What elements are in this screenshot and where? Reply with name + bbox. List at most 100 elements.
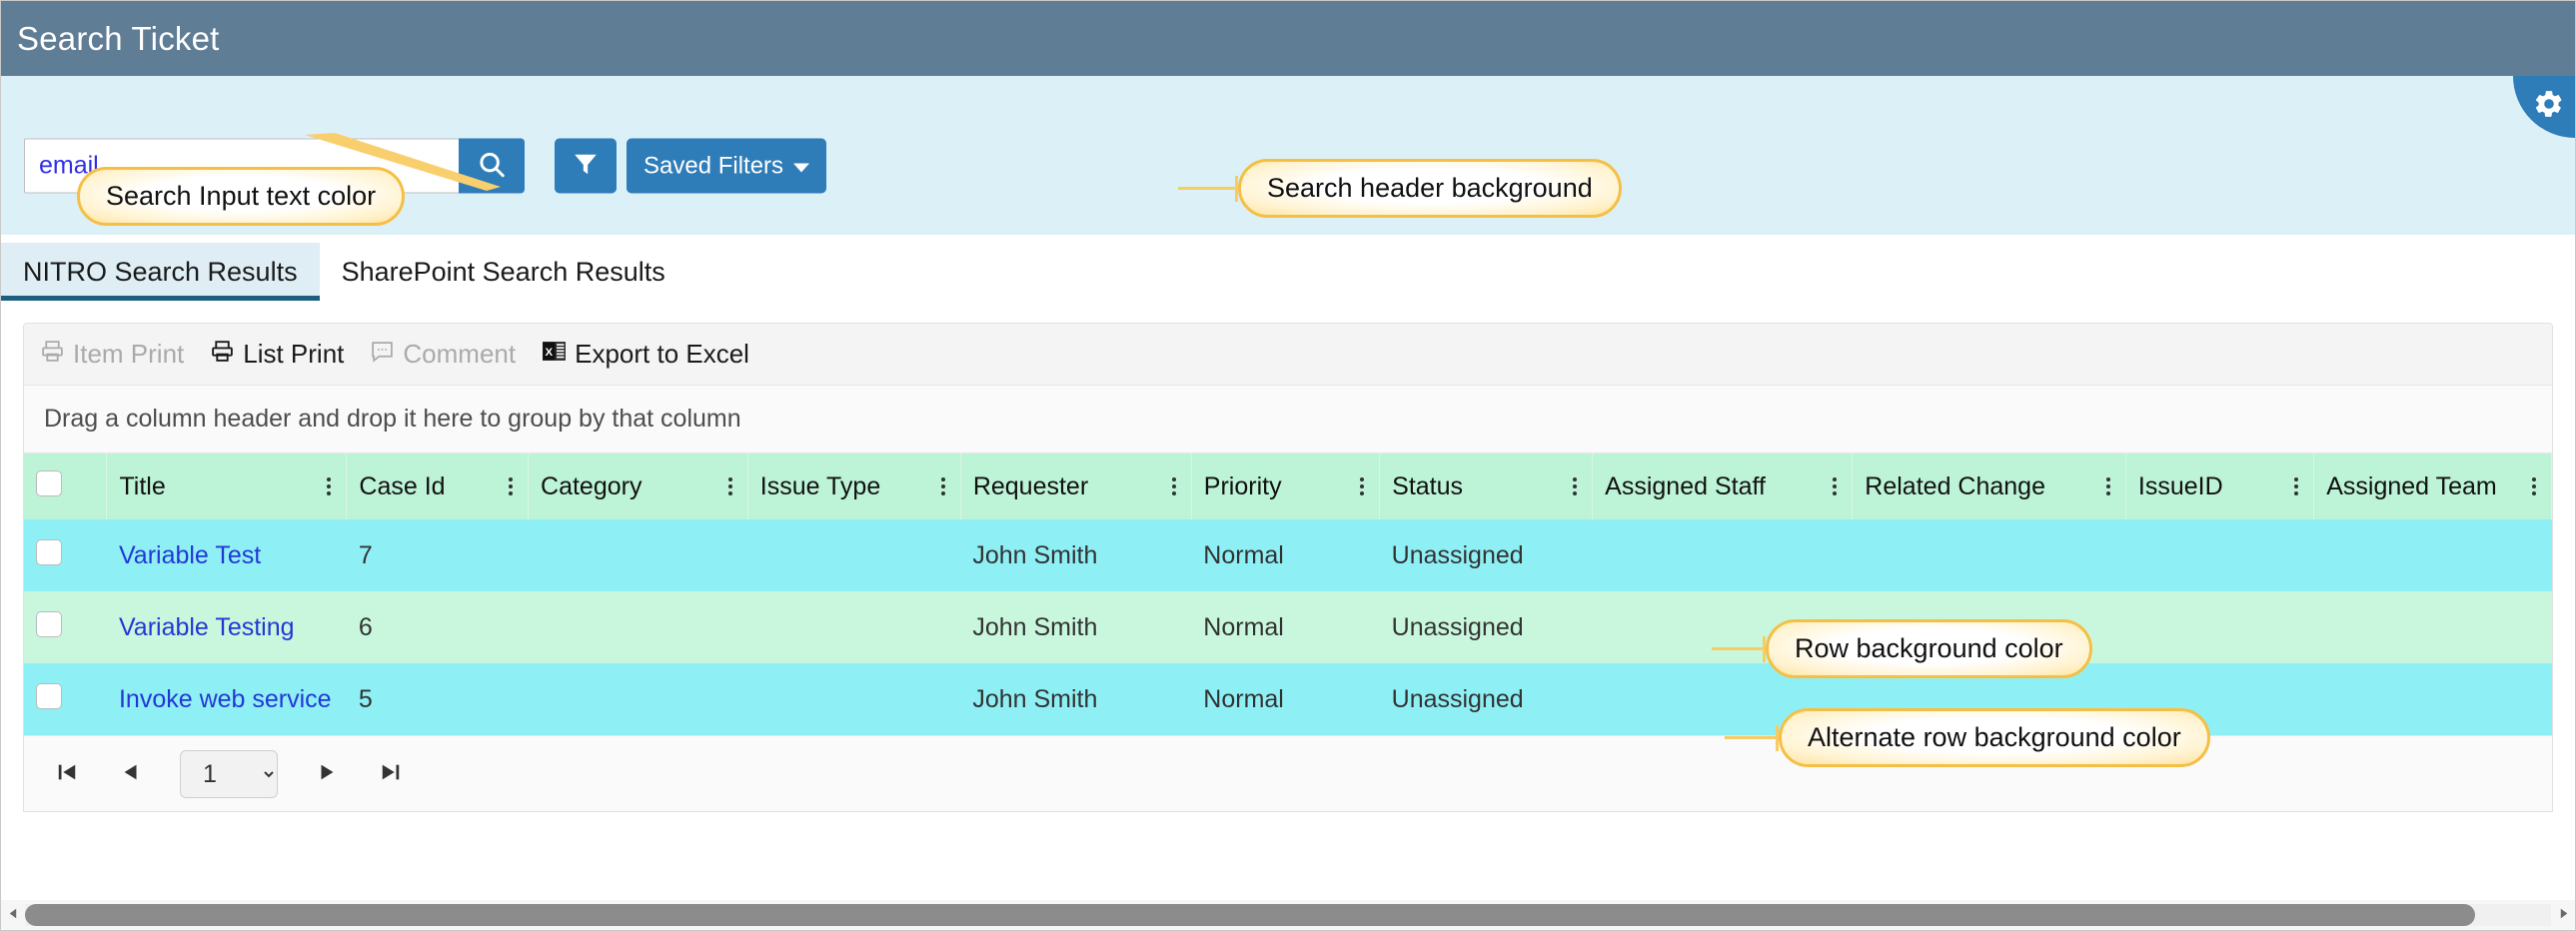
cell-assigned-team bbox=[2313, 591, 2552, 663]
column-header-case-id[interactable]: Case Id bbox=[346, 454, 530, 519]
window-titlebar: Search Ticket bbox=[1, 1, 2575, 76]
row-checkbox[interactable] bbox=[36, 610, 62, 637]
cell-issue-type bbox=[747, 519, 961, 591]
cell-issue-type bbox=[747, 591, 961, 663]
column-label: Assigned Staff bbox=[1605, 471, 1766, 500]
row-select-cell bbox=[24, 663, 107, 735]
scroll-right-button[interactable] bbox=[2551, 905, 2575, 925]
column-menu-icon[interactable] bbox=[938, 475, 948, 497]
page-number-select[interactable]: 1 bbox=[180, 749, 278, 798]
search-header: Saved Filters bbox=[1, 76, 2575, 236]
group-by-dropzone[interactable]: Drag a column header and drop it here to… bbox=[24, 386, 2552, 454]
column-menu-icon[interactable] bbox=[725, 475, 735, 497]
list-print-button[interactable]: List Print bbox=[210, 339, 344, 371]
printer-icon bbox=[40, 339, 65, 371]
column-menu-icon[interactable] bbox=[1169, 475, 1179, 497]
funnel-icon bbox=[573, 152, 599, 181]
pagination: 1 bbox=[24, 735, 2552, 811]
column-header-related-change[interactable]: Related Change bbox=[1852, 454, 2126, 519]
column-menu-icon[interactable] bbox=[1830, 475, 1840, 497]
column-menu-icon[interactable] bbox=[2529, 475, 2539, 497]
cell-issue-type bbox=[747, 663, 961, 735]
search-controls: Saved Filters bbox=[24, 138, 827, 194]
group-by-hint: Drag a column header and drop it here to… bbox=[44, 405, 741, 433]
results-table: Title Case Id Category Issue Type Reques… bbox=[24, 454, 2552, 735]
column-menu-icon[interactable] bbox=[1570, 475, 1580, 497]
column-label: Issue Type bbox=[759, 471, 881, 500]
column-menu-icon[interactable] bbox=[324, 475, 334, 497]
column-header-issue-type[interactable]: Issue Type bbox=[747, 454, 961, 519]
column-label: Case Id bbox=[359, 471, 446, 500]
cell-title: Variable Test bbox=[106, 519, 347, 591]
comment-button[interactable]: Comment bbox=[370, 339, 516, 371]
column-header-assigned-staff[interactable]: Assigned Staff bbox=[1592, 454, 1854, 519]
saved-filters-button[interactable]: Saved Filters bbox=[627, 138, 827, 194]
row-checkbox[interactable] bbox=[36, 682, 62, 709]
cell-assigned-staff bbox=[1592, 519, 1853, 591]
select-all-checkbox[interactable] bbox=[36, 469, 62, 496]
row-title-link[interactable]: Invoke web service bbox=[119, 685, 332, 713]
table-row[interactable]: Invoke web service 5 John Smith Normal U… bbox=[24, 663, 2552, 735]
previous-page-icon bbox=[120, 761, 142, 786]
page-title: Search Ticket bbox=[17, 19, 220, 57]
row-title-link[interactable]: Variable Test bbox=[119, 541, 261, 569]
table-row[interactable]: Variable Testing 6 John Smith Normal Una… bbox=[24, 591, 2552, 663]
triangle-right-icon bbox=[2557, 906, 2570, 924]
row-checkbox[interactable] bbox=[36, 538, 62, 565]
select-all-header bbox=[24, 454, 108, 519]
comment-icon bbox=[370, 339, 395, 371]
column-header-title[interactable]: Title bbox=[106, 454, 348, 519]
cell-case-id: 7 bbox=[346, 519, 529, 591]
column-menu-icon[interactable] bbox=[2103, 475, 2113, 497]
item-print-label: Item Print bbox=[73, 339, 185, 369]
column-header-assigned-team[interactable]: Assigned Team bbox=[2313, 454, 2552, 519]
column-menu-icon[interactable] bbox=[2291, 475, 2301, 497]
export-to-excel-button[interactable]: X Export to Excel bbox=[542, 339, 749, 371]
column-label: Assigned Team bbox=[2326, 471, 2497, 500]
column-label: Requester bbox=[972, 471, 1089, 500]
column-label: Priority bbox=[1203, 471, 1282, 500]
cell-requester: John Smith bbox=[960, 519, 1192, 591]
settings-gear-button[interactable] bbox=[2513, 76, 2575, 138]
column-header-priority[interactable]: Priority bbox=[1191, 454, 1381, 519]
cell-related-change bbox=[1852, 519, 2126, 591]
column-label: Related Change bbox=[1865, 471, 2045, 500]
export-to-excel-label: Export to Excel bbox=[575, 339, 749, 369]
column-label: IssueID bbox=[2137, 471, 2223, 500]
scroll-left-button[interactable] bbox=[1, 905, 25, 925]
filter-button[interactable] bbox=[555, 138, 617, 194]
column-menu-icon[interactable] bbox=[506, 475, 516, 497]
column-label: Title bbox=[119, 471, 166, 500]
first-page-button[interactable] bbox=[52, 757, 82, 790]
tab-nitro-search-results[interactable]: NITRO Search Results bbox=[1, 243, 320, 301]
row-select-cell bbox=[24, 591, 107, 663]
column-header-status[interactable]: Status bbox=[1379, 454, 1594, 519]
column-header-category[interactable]: Category bbox=[528, 454, 748, 519]
gear-icon bbox=[2533, 88, 2565, 123]
column-header-requester[interactable]: Requester bbox=[960, 454, 1192, 519]
cell-assigned-staff bbox=[1592, 663, 1853, 735]
search-input[interactable] bbox=[24, 138, 459, 194]
tab-sharepoint-search-results[interactable]: SharePoint Search Results bbox=[320, 243, 687, 301]
last-page-button[interactable] bbox=[376, 757, 406, 790]
horizontal-scrollbar[interactable] bbox=[1, 900, 2575, 930]
next-page-button[interactable] bbox=[312, 757, 342, 790]
column-header-issueid[interactable]: IssueID bbox=[2125, 454, 2315, 519]
cell-status: Unassigned bbox=[1379, 519, 1593, 591]
item-print-button[interactable]: Item Print bbox=[40, 339, 184, 371]
cell-priority: Normal bbox=[1191, 663, 1380, 735]
table-row[interactable]: Variable Test 7 John Smith Normal Unassi… bbox=[24, 519, 2552, 591]
tab-label: SharePoint Search Results bbox=[341, 257, 665, 287]
last-page-icon bbox=[380, 761, 402, 786]
list-print-label: List Print bbox=[243, 339, 345, 369]
previous-page-button[interactable] bbox=[116, 757, 146, 790]
column-menu-icon[interactable] bbox=[1357, 475, 1367, 497]
row-title-link[interactable]: Variable Testing bbox=[119, 613, 295, 641]
cell-title: Variable Testing bbox=[106, 591, 347, 663]
search-button[interactable] bbox=[459, 138, 525, 194]
scrollbar-track[interactable] bbox=[25, 904, 2551, 926]
cell-issueid bbox=[2125, 663, 2314, 735]
excel-icon: X bbox=[542, 339, 567, 371]
cell-assigned-staff bbox=[1592, 591, 1853, 663]
scrollbar-thumb[interactable] bbox=[25, 904, 2476, 926]
